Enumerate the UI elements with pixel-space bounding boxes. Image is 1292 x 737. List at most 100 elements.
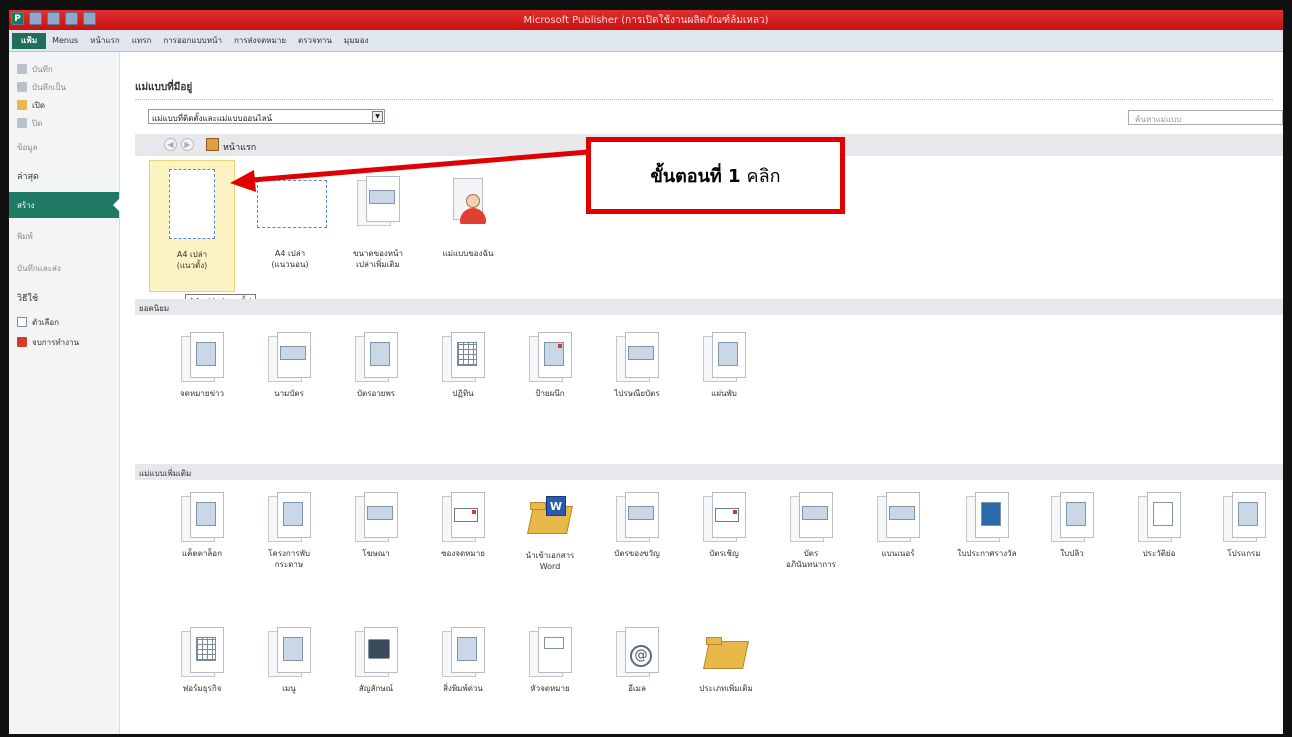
template-invitation[interactable]: บัตรเชิญ [685,492,763,559]
template-label: เปล่าเพิ่มเติม [356,260,400,269]
banner-icon [877,492,920,544]
resume-icon [1138,492,1181,544]
template-calendar[interactable]: ปฏิทิน [424,332,502,399]
doc-thumb [1153,502,1173,526]
compliments-card-icon [790,492,833,544]
template-label: (แนวนอน) [271,260,309,269]
catalog-icon [181,492,224,544]
sidebar-item-save-send[interactable]: บันทึกและส่ง [9,252,119,284]
home-icon[interactable] [206,138,219,151]
tab-home[interactable]: หน้าแรก [84,33,126,49]
tab-menus[interactable]: Menus [46,33,84,49]
sidebar-item-options[interactable]: ตัวเลือก [9,312,119,332]
doc-thumb [196,502,216,526]
template-postcard[interactable]: ไปรษณียบัตร [598,332,676,399]
template-advertisement[interactable]: โฆษณา [337,492,415,559]
template-import-word[interactable]: W นำเข้าเอกสาร Word [511,492,589,572]
sidebar-item-save-as[interactable]: บันทึกเป็น [9,78,119,96]
back-icon[interactable]: ◀ [164,138,177,151]
postcard-icon [616,332,659,384]
sidebar-item-close[interactable]: ปิด [9,114,119,132]
doc-thumb [544,342,564,366]
sidebar-item-save[interactable]: บันทึก [9,60,119,78]
template-letterhead[interactable]: หัวจดหมาย [511,627,589,694]
template-label: A4 เปล่า [176,250,208,259]
template-business-forms[interactable]: ฟอร์มธุรกิจ [163,627,241,694]
template-compliments-card[interactable]: บัตร อภินันทนาการ [772,492,850,570]
forward-icon[interactable]: ▶ [181,138,194,151]
blank-landscape-thumbnail [257,180,327,228]
available-templates-heading: แม่แบบที่มีอยู่ [135,82,193,93]
sidebar-item-label: บันทึกเป็น [32,82,66,92]
sidebar-item-open[interactable]: เปิด [9,96,119,114]
folder-open-icon [17,100,27,110]
home-link[interactable]: หน้าแรก [223,140,256,154]
business-card-icon [268,332,311,384]
template-newsletter[interactable]: จดหมายข่าว [163,332,241,399]
template-paper-folding[interactable]: โครงการพับ กระดาษ [250,492,328,570]
advertisement-icon [355,492,398,544]
template-label: แค็ตตาล็อก [182,549,222,558]
chevron-down-icon[interactable]: ▼ [372,111,383,122]
template-more-categories[interactable]: ประเภทเพิ่มเติม [685,627,767,694]
doc-thumb [802,506,828,520]
template-brochure[interactable]: แผ่นพับ [685,332,763,399]
template-a4-landscape[interactable]: A4 เปล่า (แนวนอน) [247,160,333,292]
dropdown-value: แม่แบบที่ติดตั้งและแม่แบบออนไลน์ [152,114,273,123]
sidebar-item-info[interactable]: ข้อมูล [9,132,119,162]
tab-insert[interactable]: แทรก [126,33,158,49]
tab-page-design[interactable]: การออกแบบหน้า [157,33,228,49]
sidebar-item-new[interactable]: สร้าง [9,192,120,218]
step-number: ขั้นตอนที่ 1 [650,166,741,187]
options-icon [17,317,27,327]
page-sizes-icon [357,176,400,228]
doc-thumb [981,502,1001,526]
folder-icon [704,631,748,675]
template-label: ประวัติย่อ [1142,549,1176,558]
tab-mailings[interactable]: การส่งจดหมาย [228,33,292,49]
tab-view[interactable]: มุมมอง [338,33,375,49]
award-certificate-icon [966,492,1009,544]
tab-file[interactable]: แฟ้ม [12,32,47,49]
flyer-icon [1051,492,1094,544]
template-label[interactable]: ป้ายผนึก [511,332,589,399]
sidebar-item-exit[interactable]: จบการทำงาน [9,332,119,352]
sidebar-item-label: ปิด [32,118,43,128]
template-gift-certificate[interactable]: บัตรของขวัญ [598,492,676,559]
template-catalog[interactable]: แค็ตตาล็อก [163,492,241,559]
template-email[interactable]: @ อีเมล [598,627,676,694]
backstage-sidebar: บันทึก บันทึกเป็น เปิด ปิด ข้อมูล ล่าสุด… [9,52,120,734]
sidebar-item-help[interactable]: วิธีใช้ [9,284,119,312]
template-label-text: ป้ายผนึก [535,389,565,398]
template-search-input[interactable]: ค้นหาแม่แบบ [1128,110,1283,125]
sidebar-item-recent[interactable]: ล่าสุด [9,162,119,190]
newsletter-icon [181,332,224,384]
template-my-templates[interactable]: แม่แบบของฉัน [425,160,511,292]
template-source-dropdown[interactable]: แม่แบบที่ติดตั้งและแม่แบบออนไลน์ ▼ [148,109,385,124]
sidebar-item-print[interactable]: พิมพ์ [9,220,119,252]
template-label: บัตรอวยพร [356,389,396,398]
template-banner[interactable]: แบนเนอร์ [859,492,937,559]
template-greeting-card[interactable]: บัตรอวยพร [337,332,415,399]
template-business-card[interactable]: นามบัตร [250,332,328,399]
template-a4-portrait[interactable]: A4 เปล่า (แนวตั้ง) [149,160,235,292]
doc-thumb [370,342,390,366]
template-sign[interactable]: สัญลักษณ์ [337,627,415,694]
template-label: แม่แบบของฉัน [442,249,494,258]
template-envelope[interactable]: ซองจดหมาย [424,492,502,559]
template-quick-publication[interactable]: สิ่งพิมพ์ด่วน [424,627,502,694]
menu-icon [268,627,311,679]
sidebar-item-label: เปิด [32,100,46,110]
template-menu[interactable]: เมนู [250,627,328,694]
doc-thumb [283,637,303,661]
doc-thumb [544,637,564,649]
template-more-blank-sizes[interactable]: ขนาดของหน้า เปล่าเพิ่มเติม [335,160,421,292]
program-icon [1223,492,1266,544]
template-resume[interactable]: ประวัติย่อ [1120,492,1198,559]
template-flyer[interactable]: ใบปลิว [1033,492,1111,559]
template-label: อภินันทนาการ [786,560,836,569]
template-award-certificate[interactable]: ใบประกาศรางวัล [946,492,1028,559]
template-label: อีเมล [628,684,646,693]
tab-review[interactable]: ตรวจทาน [292,33,338,49]
template-program[interactable]: โปรแกรม [1207,492,1281,559]
